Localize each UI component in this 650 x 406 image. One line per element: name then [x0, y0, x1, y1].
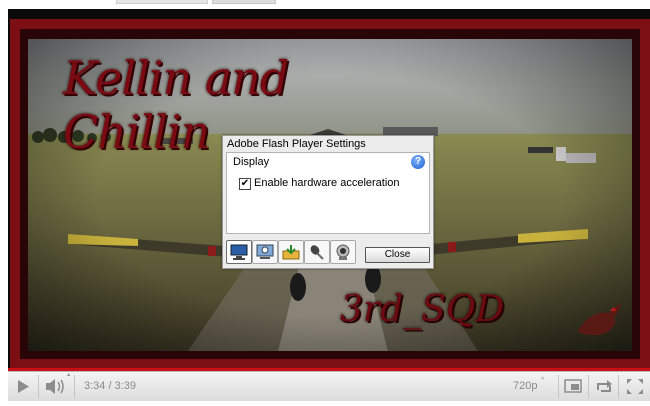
player-control-bar: 3:34 / 3:39 720p ^ [8, 371, 650, 401]
page-top-strip [0, 0, 650, 9]
loop-icon [597, 380, 612, 392]
quality-caret: ^ [541, 377, 545, 384]
video-overlay-subtitle: 3rd_SQD [340, 289, 505, 330]
volume-button[interactable] [40, 372, 72, 401]
volume-icon [46, 373, 70, 394]
hardware-acceleration-checkbox[interactable]: ✔ [239, 178, 251, 190]
control-separator [38, 375, 39, 398]
camera-icon[interactable] [330, 240, 356, 264]
video-overlay-title: Kellin and Chillin [63, 51, 289, 159]
microphone-icon[interactable] [304, 240, 330, 264]
control-separator [588, 375, 589, 398]
panel-section-title: Display [233, 156, 270, 168]
help-icon[interactable]: ? [411, 155, 425, 169]
rooster-logo-icon [578, 304, 622, 335]
popout-button[interactable] [560, 372, 588, 401]
popout-icon [564, 379, 582, 393]
control-separator [558, 375, 559, 398]
local-storage-icon[interactable] [278, 240, 304, 264]
hardware-acceleration-label: Enable hardware acceleration [254, 177, 400, 189]
play-button[interactable] [8, 372, 38, 401]
privacy-icon[interactable] [252, 240, 278, 264]
loop-button[interactable] [590, 372, 618, 401]
settings-panel: Display ? ✔ Enable hardware acceleration [226, 152, 430, 234]
top-button-remnant[interactable] [212, 0, 276, 4]
control-separator [618, 375, 619, 398]
close-button[interactable]: Close [365, 247, 430, 263]
dialog-title: Adobe Flash Player Settings [227, 138, 366, 150]
quality-selector[interactable]: 720p [513, 380, 537, 392]
control-separator [74, 375, 75, 398]
play-icon [18, 380, 29, 393]
top-input-remnant[interactable] [116, 0, 208, 4]
flash-settings-dialog: Adobe Flash Player Settings Display ? ✔ … [222, 135, 434, 269]
fullscreen-button[interactable] [620, 372, 650, 401]
fullscreen-icon [627, 379, 643, 394]
time-display: 3:34 / 3:39 [84, 380, 136, 392]
display-settings-icon[interactable] [226, 240, 252, 264]
